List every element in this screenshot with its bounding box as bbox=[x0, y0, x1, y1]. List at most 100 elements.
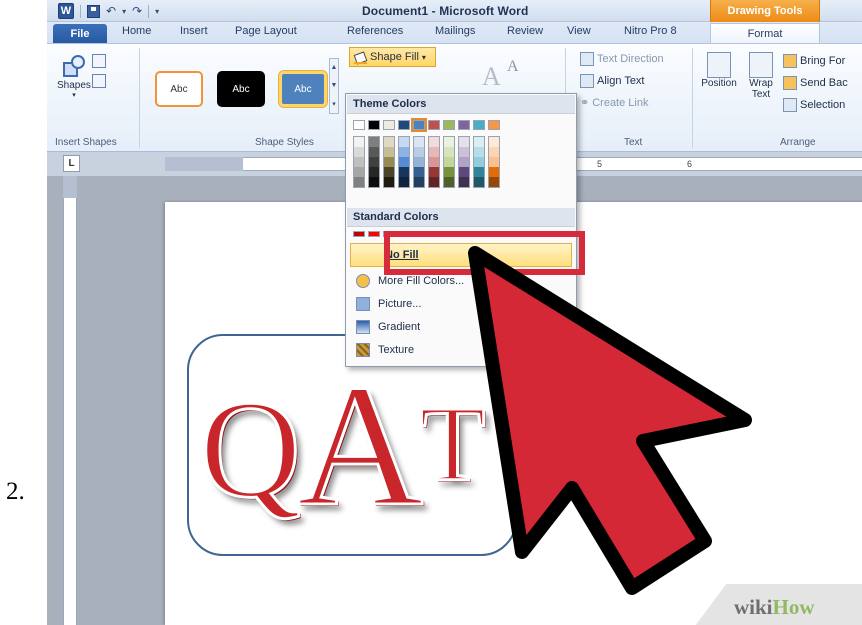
theme-shade-swatch[interactable] bbox=[459, 137, 469, 147]
tab-references[interactable]: References bbox=[347, 25, 403, 37]
theme-shade-swatch[interactable] bbox=[489, 167, 499, 177]
theme-shade-swatch[interactable] bbox=[429, 157, 439, 167]
picture-menu-item[interactable]: Picture... bbox=[350, 293, 572, 314]
theme-shade-swatch[interactable] bbox=[444, 147, 454, 157]
theme-shade-swatch[interactable] bbox=[474, 167, 484, 177]
theme-shade-swatch[interactable] bbox=[474, 177, 484, 187]
tab-home[interactable]: Home bbox=[122, 25, 151, 37]
tab-review[interactable]: Review bbox=[507, 25, 543, 37]
theme-shade-swatch[interactable] bbox=[369, 157, 379, 167]
theme-shade-swatch[interactable] bbox=[474, 147, 484, 157]
theme-shade-swatch[interactable] bbox=[459, 157, 469, 167]
theme-color-swatch[interactable] bbox=[383, 120, 395, 130]
theme-shade-swatch[interactable] bbox=[354, 137, 364, 147]
theme-shade-swatch[interactable] bbox=[399, 157, 409, 167]
theme-shade-swatch[interactable] bbox=[369, 137, 379, 147]
tab-mailings[interactable]: Mailings bbox=[435, 25, 475, 37]
theme-shade-swatch[interactable] bbox=[444, 137, 454, 147]
theme-shade-swatch[interactable] bbox=[444, 167, 454, 177]
theme-shade-swatch[interactable] bbox=[489, 137, 499, 147]
theme-shade-swatch[interactable] bbox=[399, 167, 409, 177]
standard-color-swatch[interactable] bbox=[368, 231, 380, 237]
theme-shade-swatch[interactable] bbox=[414, 167, 424, 177]
bring-forward-button[interactable]: Bring For bbox=[783, 54, 845, 68]
wordart-style-icon[interactable]: A bbox=[482, 62, 501, 92]
theme-shade-swatch[interactable] bbox=[429, 177, 439, 187]
theme-color-swatch[interactable] bbox=[411, 118, 427, 132]
align-text-button[interactable]: Align Text bbox=[580, 74, 645, 88]
vertical-ruler[interactable] bbox=[63, 198, 77, 625]
theme-shade-swatch[interactable] bbox=[354, 147, 364, 157]
style-filled-blue[interactable]: Abc bbox=[278, 70, 328, 108]
theme-shade-swatch[interactable] bbox=[474, 137, 484, 147]
text-box-icon[interactable] bbox=[92, 74, 106, 88]
theme-color-swatch[interactable] bbox=[488, 120, 500, 130]
style-filled-black[interactable]: Abc bbox=[217, 71, 265, 107]
undo-dropdown-icon[interactable]: ▾ bbox=[122, 7, 126, 16]
wordart-text[interactable]: QAT bbox=[198, 350, 486, 534]
theme-shade-swatch[interactable] bbox=[459, 167, 469, 177]
theme-shade-swatch[interactable] bbox=[459, 147, 469, 157]
theme-shade-swatch[interactable] bbox=[384, 167, 394, 177]
word-icon[interactable]: W bbox=[58, 3, 74, 19]
theme-shade-swatch[interactable] bbox=[384, 147, 394, 157]
selection-pane-button[interactable]: Selection bbox=[783, 98, 845, 112]
texture-menu-item[interactable]: Texture bbox=[350, 339, 572, 360]
theme-color-swatch[interactable] bbox=[428, 120, 440, 130]
theme-shade-swatch[interactable] bbox=[369, 167, 379, 177]
theme-shade-swatch[interactable] bbox=[399, 147, 409, 157]
theme-shade-swatch[interactable] bbox=[429, 147, 439, 157]
theme-color-swatch[interactable] bbox=[398, 120, 410, 130]
shapes-button[interactable]: Shapes ▾ bbox=[57, 54, 91, 99]
theme-shade-swatch[interactable] bbox=[414, 177, 424, 187]
redo-icon[interactable]: ↷ bbox=[132, 4, 142, 18]
tab-insert[interactable]: Insert bbox=[180, 25, 208, 37]
theme-shade-swatch[interactable] bbox=[384, 137, 394, 147]
shape-fill-button[interactable]: Shape Fill ▾ bbox=[349, 47, 436, 67]
theme-shade-swatch[interactable] bbox=[369, 177, 379, 187]
wrap-text-button[interactable]: Wrap Text bbox=[744, 52, 778, 100]
gradient-menu-item[interactable]: Gradient bbox=[350, 316, 572, 337]
theme-shade-swatch[interactable] bbox=[414, 157, 424, 167]
style-outline-orange[interactable]: Abc bbox=[155, 71, 203, 107]
save-icon[interactable] bbox=[87, 4, 100, 18]
theme-shade-swatch[interactable] bbox=[489, 147, 499, 157]
theme-shade-swatch[interactable] bbox=[444, 177, 454, 187]
theme-shade-swatch[interactable] bbox=[354, 177, 364, 187]
undo-icon[interactable]: ↶ bbox=[106, 4, 116, 18]
theme-color-swatch[interactable] bbox=[443, 120, 455, 130]
theme-shade-swatch[interactable] bbox=[429, 137, 439, 147]
theme-shade-swatch[interactable] bbox=[354, 157, 364, 167]
theme-shade-swatch[interactable] bbox=[414, 147, 424, 157]
theme-color-swatch[interactable] bbox=[353, 120, 365, 130]
send-backward-button[interactable]: Send Bac bbox=[783, 76, 848, 90]
theme-shade-swatch[interactable] bbox=[414, 137, 424, 147]
theme-shade-swatch[interactable] bbox=[384, 157, 394, 167]
text-direction-button[interactable]: Text Direction bbox=[580, 52, 664, 66]
tab-selector[interactable]: L bbox=[63, 155, 80, 172]
theme-shade-swatch[interactable] bbox=[399, 137, 409, 147]
theme-shade-swatch[interactable] bbox=[459, 177, 469, 187]
theme-color-swatch[interactable] bbox=[458, 120, 470, 130]
tab-format[interactable]: Format bbox=[710, 23, 820, 44]
edit-shape-icon[interactable] bbox=[92, 54, 106, 68]
style-gallery-scroll[interactable]: ▲ ▼ ▾ bbox=[329, 58, 339, 114]
theme-shade-swatch[interactable] bbox=[489, 177, 499, 187]
theme-shade-swatch[interactable] bbox=[474, 157, 484, 167]
theme-color-swatch[interactable] bbox=[473, 120, 485, 130]
create-link-button[interactable]: ⚭ Create Link bbox=[580, 96, 648, 110]
position-button[interactable]: Position bbox=[697, 52, 741, 89]
theme-shade-swatch[interactable] bbox=[489, 157, 499, 167]
standard-color-swatch[interactable] bbox=[353, 231, 365, 237]
theme-shade-swatch[interactable] bbox=[429, 167, 439, 177]
customize-qat-icon[interactable]: ▾ bbox=[155, 7, 159, 16]
theme-shade-swatch[interactable] bbox=[354, 167, 364, 177]
tab-nitro-pro[interactable]: Nitro Pro 8 bbox=[624, 25, 677, 37]
theme-shade-swatch[interactable] bbox=[444, 157, 454, 167]
theme-shade-swatch[interactable] bbox=[384, 177, 394, 187]
text-fill-icon[interactable]: A bbox=[507, 58, 519, 76]
theme-shade-swatch[interactable] bbox=[369, 147, 379, 157]
tab-page-layout[interactable]: Page Layout bbox=[235, 25, 297, 37]
tab-file[interactable]: File bbox=[53, 24, 107, 43]
theme-color-swatch[interactable] bbox=[368, 120, 380, 130]
